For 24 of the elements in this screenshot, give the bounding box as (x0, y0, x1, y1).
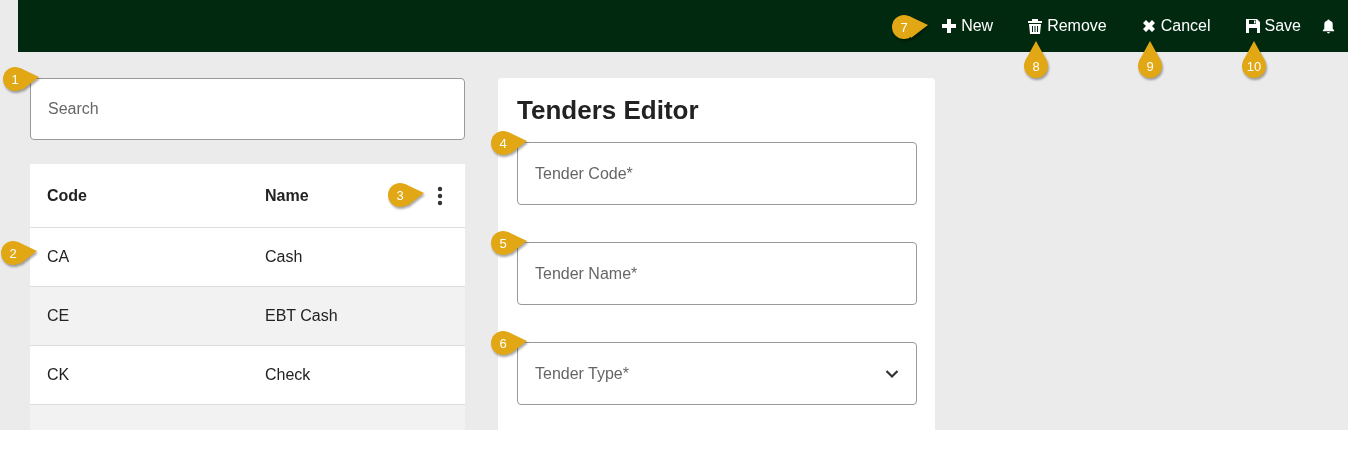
more-options-icon[interactable] (437, 185, 443, 206)
input-field[interactable]: Tender Name* (517, 242, 917, 305)
table-cell-text: CK (47, 366, 71, 384)
table-cell: EBT Cash (265, 307, 338, 325)
table-cell: Cash (265, 248, 303, 266)
input-field[interactable]: Tender Code* (517, 142, 917, 205)
toolbar-button[interactable]: Save (1244, 13, 1301, 39)
table-cell-text: CA (47, 248, 71, 266)
column-header: Name (265, 186, 309, 205)
toolbar-button[interactable]: Cancel (1140, 13, 1211, 39)
search-field[interactable]: Search (30, 78, 465, 140)
table-row[interactable]: CE EBT Cash (30, 287, 465, 346)
table-cell-text: CE (47, 307, 71, 325)
column-header: Code (47, 186, 88, 205)
editor-title: Tenders Editor (517, 95, 700, 126)
table-cell: Check (265, 366, 311, 384)
plus-icon (941, 18, 958, 34)
notification-bell-icon[interactable] (1321, 18, 1336, 34)
toolbar-button[interactable]: New (941, 13, 994, 39)
toolbar-button[interactable]: Remove (1027, 13, 1107, 39)
save-icon (1244, 18, 1261, 34)
chevron-down-icon (885, 368, 899, 379)
trash-icon (1027, 18, 1044, 34)
dropdown-field[interactable]: Tender Type* (517, 342, 917, 405)
